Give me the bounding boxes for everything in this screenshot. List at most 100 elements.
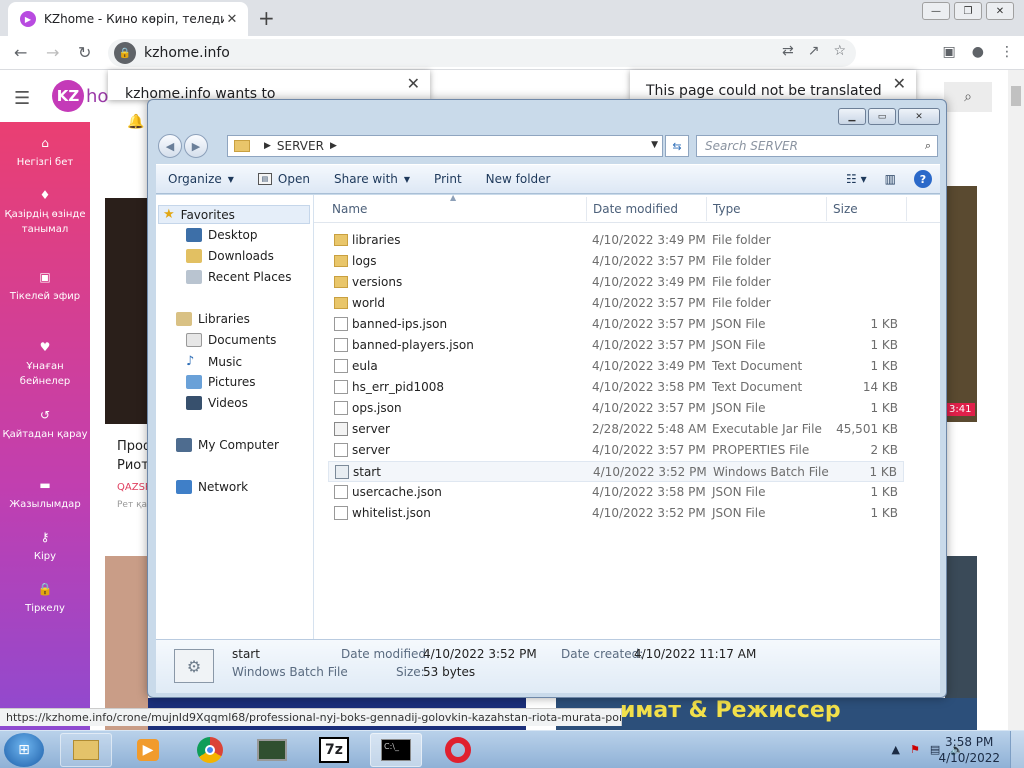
sidebar-item-home[interactable]: ⌂ Негізгі бет bbox=[0, 136, 90, 170]
file-row[interactable]: ops.json 4/10/2022 3:57 PM JSON File 1 KB bbox=[328, 398, 904, 419]
minimize-button[interactable]: ▁ bbox=[838, 108, 866, 125]
close-icon[interactable]: ✕ bbox=[407, 74, 420, 93]
close-window-button[interactable]: ✕ bbox=[986, 2, 1014, 20]
file-row[interactable]: banned-ips.json 4/10/2022 3:57 PM JSON Fil… bbox=[328, 314, 904, 335]
nav-network[interactable]: Network bbox=[176, 480, 248, 494]
file-row[interactable]: libraries 4/10/2022 3:49 PM File folder bbox=[328, 230, 904, 251]
clock[interactable]: 3:58 PM 4/10/2022 bbox=[938, 734, 1000, 766]
sidebar-item-subscriptions[interactable]: ▬ Жазылымдар bbox=[0, 478, 90, 512]
video-thumbnail[interactable] bbox=[105, 198, 148, 424]
breadcrumb-server[interactable]: SERVER bbox=[277, 139, 324, 153]
file-row[interactable]: usercache.json 4/10/2022 3:58 PM JSON File… bbox=[328, 482, 904, 503]
file-row[interactable]: versions 4/10/2022 3:49 PM File folder bbox=[328, 272, 904, 293]
chevron-right-icon[interactable]: ▶ bbox=[264, 141, 271, 151]
minimize-button[interactable]: — bbox=[922, 2, 950, 20]
action-center-icon[interactable]: ⚑ bbox=[910, 743, 920, 756]
show-desktop-button[interactable] bbox=[1010, 731, 1024, 768]
opera-icon[interactable] bbox=[432, 733, 484, 767]
side-panel-icon[interactable]: ▣ bbox=[943, 44, 956, 60]
organize-button[interactable]: Organize ▼ bbox=[156, 172, 246, 186]
menu-dots-icon[interactable]: ⋮ bbox=[1000, 44, 1014, 60]
preview-pane-icon[interactable]: ▥ bbox=[885, 172, 896, 186]
nav-pictures[interactable]: Pictures bbox=[186, 375, 256, 389]
sidebar-item-liked[interactable]: ♥ Ұнаған бейнелер bbox=[0, 340, 90, 389]
share-with-button[interactable]: Share with ▼ bbox=[322, 172, 422, 186]
nav-my-computer[interactable]: My Computer bbox=[176, 438, 279, 452]
cmd-icon[interactable]: C:\_ bbox=[370, 733, 422, 767]
open-button[interactable]: ▤ Open bbox=[246, 172, 322, 186]
terminal-app-icon[interactable] bbox=[246, 733, 298, 767]
nav-libraries[interactable]: Libraries bbox=[176, 312, 250, 326]
file-row[interactable]: server 4/10/2022 3:57 PM PROPERTIES File 2 … bbox=[328, 440, 904, 461]
forward-button[interactable]: ▶ bbox=[184, 134, 208, 158]
search-icon[interactable]: ⌕ bbox=[925, 139, 931, 153]
new-folder-button[interactable]: New folder bbox=[474, 172, 563, 186]
chevron-right-icon[interactable]: ▶ bbox=[330, 141, 337, 151]
file-row[interactable]: hs_err_pid1008 4/10/2022 3:58 PM Text Docu… bbox=[328, 377, 904, 398]
sidebar-item-register[interactable]: 🔒 Тіркелу bbox=[0, 582, 90, 616]
nav-documents[interactable]: Documents bbox=[186, 333, 276, 347]
explorer-app-icon[interactable] bbox=[60, 733, 112, 767]
file-row[interactable]: banned-players.json 4/10/2022 3:57 PM JSON… bbox=[328, 335, 904, 356]
column-type[interactable]: Type bbox=[713, 202, 741, 216]
sidebar-item-trending[interactable]: ♦ Қазірдің өзінде танымал bbox=[0, 188, 90, 237]
file-row[interactable]: eula 4/10/2022 3:49 PM Text Document 1 KB bbox=[328, 356, 904, 377]
tray-expand-icon[interactable]: ▲ bbox=[892, 743, 900, 756]
translate-icon[interactable]: ⇄ bbox=[782, 43, 794, 59]
back-button[interactable]: ← bbox=[14, 43, 27, 62]
media-player-icon[interactable]: ▶ bbox=[122, 733, 174, 767]
nav-desktop[interactable]: Desktop bbox=[186, 228, 258, 242]
close-window-button[interactable]: ✕ bbox=[898, 108, 940, 125]
nav-downloads[interactable]: Downloads bbox=[186, 249, 274, 263]
chrome-icon[interactable] bbox=[184, 733, 236, 767]
scrollbar-thumb[interactable] bbox=[1011, 86, 1021, 106]
video-thumbnail[interactable] bbox=[945, 186, 977, 422]
back-button[interactable]: ◀ bbox=[158, 134, 182, 158]
lock-icon[interactable]: 🔒 bbox=[114, 42, 136, 64]
nav-recent-places[interactable]: Recent Places bbox=[186, 270, 291, 284]
file-row[interactable]: logs 4/10/2022 3:57 PM File folder bbox=[328, 251, 904, 272]
file-row[interactable]: world 4/10/2022 3:57 PM File folder bbox=[328, 293, 904, 314]
site-search-icon[interactable]: ⌕ bbox=[944, 82, 992, 112]
chevron-down-icon[interactable]: ▼ bbox=[651, 140, 658, 150]
desktop-icon bbox=[186, 228, 202, 242]
maximize-button[interactable]: ▭ bbox=[868, 108, 896, 125]
tab-close-icon[interactable]: ✕ bbox=[224, 12, 240, 27]
forward-button[interactable]: → bbox=[46, 43, 59, 62]
bookmark-star-icon[interactable]: ☆ bbox=[833, 43, 846, 59]
sidebar-item-history[interactable]: ↺ Қайтадан қарау bbox=[0, 408, 90, 442]
file-row[interactable]: start 4/10/2022 3:52 PM Windows Batch File… bbox=[328, 461, 904, 482]
print-button[interactable]: Print bbox=[422, 172, 474, 186]
new-tab-button[interactable]: + bbox=[258, 6, 275, 30]
close-icon[interactable]: ✕ bbox=[893, 74, 906, 93]
file-row[interactable]: server 2/28/2022 5:48 AM Executable Jar Fi… bbox=[328, 419, 904, 440]
sidebar-item-login[interactable]: ⚷ Кіру bbox=[0, 530, 90, 564]
refresh-button[interactable]: ⇆ bbox=[665, 135, 689, 157]
column-size[interactable]: Size bbox=[833, 202, 858, 216]
video-thumbnail[interactable] bbox=[105, 556, 148, 730]
browser-tab[interactable]: ▶ KZhome - Кино көріп, теледидар ✕ bbox=[8, 2, 248, 36]
command-bar: Organize ▼ ▤ Open Share with ▼ Print New fo… bbox=[156, 164, 940, 194]
nav-videos[interactable]: Videos bbox=[186, 396, 248, 410]
explorer-search-input[interactable]: Search SERVER ⌕ bbox=[696, 135, 938, 157]
explorer-address-bar[interactable]: ▶ SERVER ▶ ▼ bbox=[227, 135, 663, 157]
restore-button[interactable]: ❐ bbox=[954, 2, 982, 20]
reload-button[interactable]: ↻ bbox=[78, 43, 91, 62]
share-icon[interactable]: ↗ bbox=[808, 43, 820, 59]
hamburger-menu-icon[interactable]: ☰ bbox=[14, 88, 30, 109]
7zip-icon[interactable]: 7z bbox=[308, 733, 360, 767]
site-logo[interactable]: KZ ho bbox=[52, 80, 108, 112]
channel-name[interactable]: QAZSP bbox=[117, 482, 151, 493]
page-scrollbar[interactable] bbox=[1008, 70, 1024, 730]
file-row[interactable]: whitelist.json 4/10/2022 3:52 PM JSON File… bbox=[328, 503, 904, 524]
address-bar[interactable]: 🔒 kzhome.info ⇄ ↗ ☆ bbox=[108, 39, 856, 67]
column-date-modified[interactable]: Date modified bbox=[593, 202, 678, 216]
column-name[interactable]: Name bbox=[332, 202, 367, 216]
nav-favorites[interactable]: ★ Favorites bbox=[158, 205, 310, 224]
help-icon[interactable]: ? bbox=[914, 170, 932, 188]
start-button[interactable]: ⊞ bbox=[4, 733, 44, 767]
nav-music[interactable]: ♪ Music bbox=[186, 354, 242, 369]
view-options-icon[interactable]: ☷ ▾ bbox=[846, 172, 867, 186]
profile-icon[interactable]: ● bbox=[972, 44, 984, 60]
sidebar-item-live[interactable]: ▣ Тікелей эфир bbox=[0, 270, 90, 304]
